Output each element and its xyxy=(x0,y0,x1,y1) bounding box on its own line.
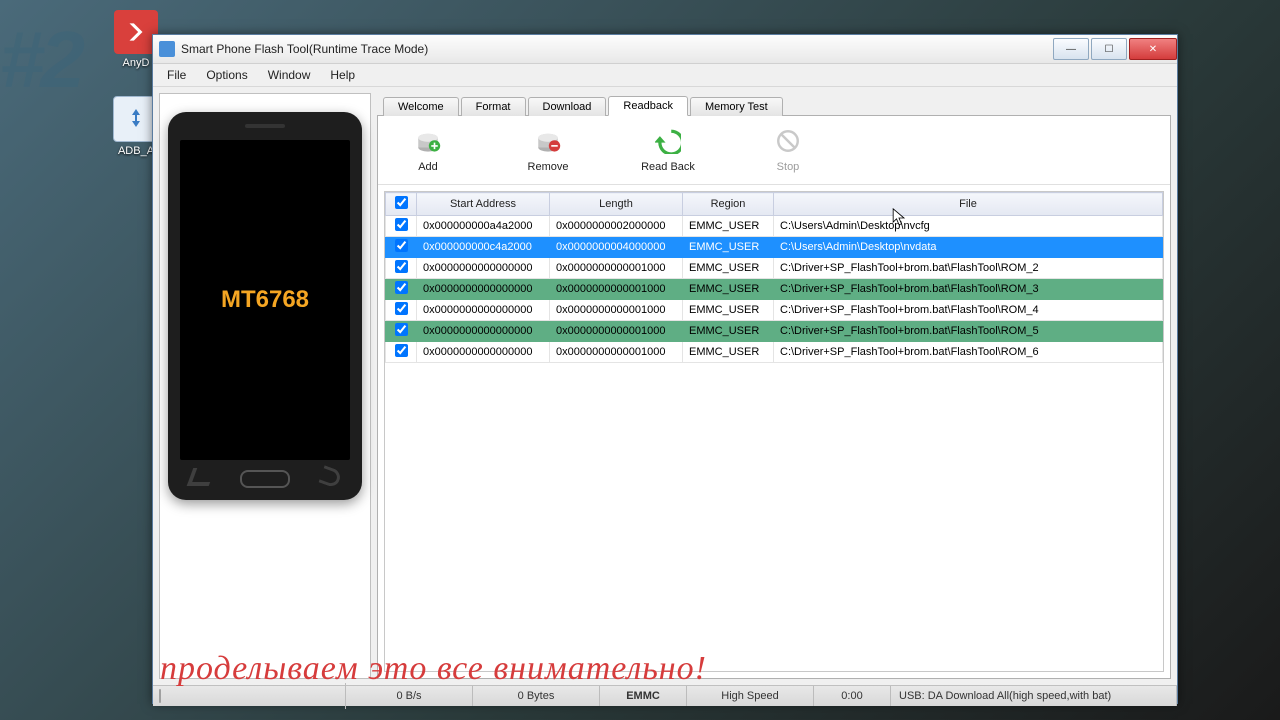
status-storage: EMMC xyxy=(600,686,687,706)
cell-start: 0x0000000000000000 xyxy=(417,279,550,300)
cell-file: C:\Driver+SP_FlashTool+brom.bat\FlashToo… xyxy=(774,321,1163,342)
cursor-icon xyxy=(892,208,906,228)
toolbar-remove-button[interactable]: Remove xyxy=(518,128,578,173)
desktop-icon-label: ADB_A xyxy=(118,145,154,157)
title-bar[interactable]: Smart Phone Flash Tool(Runtime Trace Mod… xyxy=(153,35,1177,64)
cell-region: EMMC_USER xyxy=(683,237,774,258)
cell-file: C:\Driver+SP_FlashTool+brom.bat\FlashToo… xyxy=(774,300,1163,321)
phone-illustration: MT6768 xyxy=(168,112,362,500)
toolbar: Add Remove Read Back Stop xyxy=(378,116,1170,185)
menu-window[interactable]: Window xyxy=(258,65,321,85)
maximize-button[interactable]: ☐ xyxy=(1091,38,1127,60)
cell-start: 0x0000000000000000 xyxy=(417,258,550,279)
status-usb: USB: DA Download All(high speed,with bat… xyxy=(891,686,1177,706)
table-row[interactable]: 0x00000000000000000x0000000000001000EMMC… xyxy=(386,342,1163,363)
window-title: Smart Phone Flash Tool(Runtime Trace Mod… xyxy=(181,42,1051,56)
table-row[interactable]: 0x00000000000000000x0000000000001000EMMC… xyxy=(386,300,1163,321)
desktop-icon-label: AnyD xyxy=(123,57,150,69)
chip-label: MT6768 xyxy=(221,288,309,312)
cell-file: C:\Users\Admin\Desktop\nvdata xyxy=(774,237,1163,258)
menu-options[interactable]: Options xyxy=(196,65,257,85)
header-checkbox[interactable] xyxy=(395,196,408,209)
main-panel: WelcomeFormatDownloadReadbackMemory Test… xyxy=(377,93,1171,679)
row-checkbox[interactable] xyxy=(395,344,408,357)
cell-length: 0x0000000000001000 xyxy=(550,300,683,321)
cell-start: 0x0000000000000000 xyxy=(417,321,550,342)
status-bytes: 0 Bytes xyxy=(473,686,600,706)
table-row[interactable]: 0x000000000c4a20000x0000000004000000EMMC… xyxy=(386,237,1163,258)
cell-region: EMMC_USER xyxy=(683,342,774,363)
table-row[interactable]: 0x00000000000000000x0000000000001000EMMC… xyxy=(386,258,1163,279)
cell-start: 0x000000000a4a2000 xyxy=(417,216,550,237)
cell-region: EMMC_USER xyxy=(683,321,774,342)
toolbar-add-button[interactable]: Add xyxy=(398,128,458,173)
app-icon xyxy=(159,41,175,57)
tab-memory-test[interactable]: Memory Test xyxy=(690,97,783,116)
menu-help[interactable]: Help xyxy=(320,65,365,85)
cell-file: C:\Driver+SP_FlashTool+brom.bat\FlashToo… xyxy=(774,258,1163,279)
tab-readback[interactable]: Readback xyxy=(608,96,688,116)
cell-region: EMMC_USER xyxy=(683,216,774,237)
column-region[interactable]: Region xyxy=(683,193,774,216)
cell-file: C:\Driver+SP_FlashTool+brom.bat\FlashToo… xyxy=(774,279,1163,300)
tab-welcome[interactable]: Welcome xyxy=(383,97,459,116)
minimize-button[interactable]: — xyxy=(1053,38,1089,60)
cell-length: 0x0000000000001000 xyxy=(550,342,683,363)
status-bar: 0 B/s 0 Bytes EMMC High Speed 0:00 USB: … xyxy=(153,685,1177,706)
row-checkbox[interactable] xyxy=(395,323,408,336)
row-checkbox[interactable] xyxy=(395,302,408,315)
cell-length: 0x0000000000001000 xyxy=(550,279,683,300)
column-length[interactable]: Length xyxy=(550,193,683,216)
close-button[interactable]: ✕ xyxy=(1129,38,1177,60)
cell-length: 0x0000000004000000 xyxy=(550,237,683,258)
readback-icon xyxy=(655,128,681,157)
table-row[interactable]: 0x00000000000000000x0000000000001000EMMC… xyxy=(386,321,1163,342)
readback-table[interactable]: Start AddressLengthRegionFile 0x00000000… xyxy=(384,191,1164,672)
row-checkbox[interactable] xyxy=(395,218,408,231)
menu-file[interactable]: File xyxy=(157,65,196,85)
column-start-address[interactable]: Start Address xyxy=(417,193,550,216)
status-speed: High Speed xyxy=(687,686,814,706)
add-icon xyxy=(415,128,441,157)
toolbar-stop-button: Stop xyxy=(758,128,818,173)
tab-format[interactable]: Format xyxy=(461,97,526,116)
toolbar-read-back-button[interactable]: Read Back xyxy=(638,128,698,173)
status-time: 0:00 xyxy=(814,686,891,706)
row-checkbox[interactable] xyxy=(395,239,408,252)
stop-icon xyxy=(775,128,801,157)
table-row[interactable]: 0x000000000a4a20000x0000000002000000EMMC… xyxy=(386,216,1163,237)
remove-icon xyxy=(535,128,561,157)
cell-region: EMMC_USER xyxy=(683,258,774,279)
cell-start: 0x0000000000000000 xyxy=(417,300,550,321)
cell-region: EMMC_USER xyxy=(683,279,774,300)
app-window: Smart Phone Flash Tool(Runtime Trace Mod… xyxy=(152,34,1178,704)
cell-length: 0x0000000000001000 xyxy=(550,321,683,342)
cell-start: 0x000000000c4a2000 xyxy=(417,237,550,258)
row-checkbox[interactable] xyxy=(395,281,408,294)
watermark-text: #2 xyxy=(0,20,81,100)
row-checkbox[interactable] xyxy=(395,260,408,273)
table-row[interactable]: 0x00000000000000000x0000000000001000EMMC… xyxy=(386,279,1163,300)
cell-file: C:\Driver+SP_FlashTool+brom.bat\FlashToo… xyxy=(774,342,1163,363)
cell-region: EMMC_USER xyxy=(683,300,774,321)
cell-length: 0x0000000002000000 xyxy=(550,216,683,237)
tab-download[interactable]: Download xyxy=(528,97,607,116)
column-file[interactable]: File xyxy=(774,193,1163,216)
status-progress xyxy=(153,683,346,709)
cell-length: 0x0000000000001000 xyxy=(550,258,683,279)
cell-file: C:\Users\Admin\Desktop\nvcfg xyxy=(774,216,1163,237)
tab-readback-page: Add Remove Read Back Stop Start AddressLeng… xyxy=(377,115,1171,679)
status-rate: 0 B/s xyxy=(346,686,473,706)
cell-start: 0x0000000000000000 xyxy=(417,342,550,363)
side-panel: MT6768 xyxy=(159,93,371,679)
menu-bar: File Options Window Help xyxy=(153,64,1177,87)
tab-strip: WelcomeFormatDownloadReadbackMemory Test xyxy=(377,93,1171,115)
